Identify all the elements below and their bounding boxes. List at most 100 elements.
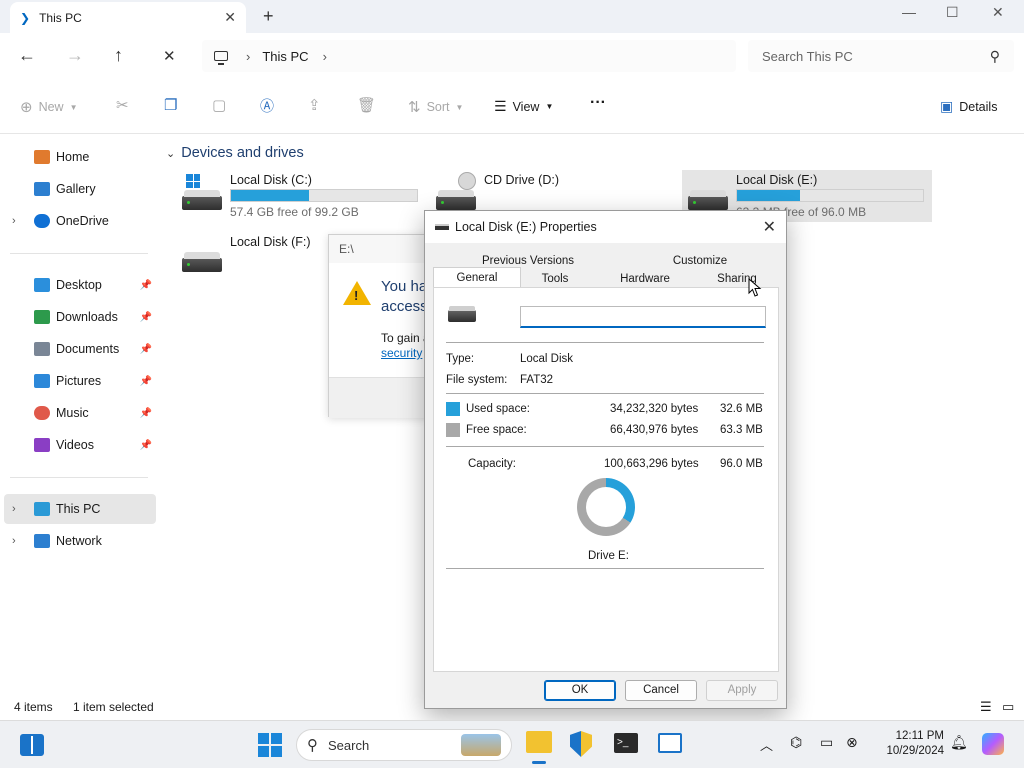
sidebar-item-downloads[interactable]: Downloads 📌 [4,302,156,332]
breadcrumb-chevron-icon[interactable]: › [323,49,327,64]
app-window-icon[interactable] [658,733,682,753]
sidebar-item-label: Desktop [56,278,102,292]
file-explorer-icon[interactable] [526,731,552,753]
capacity-label: Capacity: [468,458,516,470]
close-icon[interactable]: ✕ [763,217,776,237]
group-title: Devices and drives [181,145,304,161]
tab-hardware[interactable]: Hardware [609,269,681,289]
system-clock[interactable]: 12:11 PM 10/29/2024 [874,729,944,759]
ok-button[interactable]: OK [544,680,616,701]
taskbar: ⚲ Search >_ ︿ ⌬ ▭ ⊗ 12:11 PM 10/29/2024 … [0,720,1024,768]
new-tab-button[interactable]: + [263,6,274,27]
delete-icon[interactable]: 🗑 [357,96,376,114]
sidebar-item-pictures[interactable]: Pictures 📌 [4,366,156,396]
sidebar-item-music[interactable]: Music 📌 [4,398,156,428]
taskbar-search-box[interactable]: ⚲ Search [296,729,512,761]
display-icon[interactable]: ▭ [820,734,833,751]
paste-icon[interactable]: ▢ [212,96,226,114]
up-button[interactable]: ↑ [114,45,123,66]
sidebar-item-desktop[interactable]: Desktop 📌 [4,270,156,300]
sidebar-item-this-pc[interactable]: › This PC [4,494,156,524]
tab-close-icon[interactable]: ✕ [224,9,236,26]
new-button[interactable]: ⊕ New ▼ [20,98,78,116]
close-window-button[interactable]: ✕ [992,4,1004,21]
maximize-button[interactable]: ☐ [946,4,959,21]
capacity-size: 96.0 MB [720,458,763,470]
free-space-label: Free space: [466,424,527,437]
hard-drive-icon [182,246,222,272]
expand-chevron-icon[interactable]: › [12,535,16,547]
expand-chevron-icon[interactable]: › [12,215,16,227]
home-icon [34,150,50,164]
filesystem-value: FAT32 [520,374,554,386]
sidebar-item-home[interactable]: Home [4,142,156,172]
capacity-bytes: 100,663,296 bytes [604,458,699,470]
share-icon[interactable]: ⇪ [308,96,321,114]
expand-chevron-icon[interactable]: › [12,503,16,515]
cut-icon[interactable]: ✂ [116,96,129,114]
properties-dialog: Local Disk (E:) Properties ✕ Previous Ve… [424,210,787,709]
windows-drive-icon [182,174,222,210]
sidebar-item-network[interactable]: › Network [4,526,156,556]
used-space-label: Used space: [466,403,530,416]
tab-this-pc[interactable]: ❯ This PC ✕ [10,2,246,33]
address-bar[interactable]: › This PC › [202,40,736,72]
copilot-icon[interactable] [982,733,1004,755]
dialog-titlebar[interactable]: Local Disk (E:) Properties [425,211,786,243]
sidebar-item-videos[interactable]: Videos 📌 [4,430,156,460]
back-button[interactable]: ← [18,45,36,66]
rename-icon[interactable]: Ⓐ [260,96,274,116]
more-options-button[interactable]: ··· [590,94,606,112]
view-label: View [512,99,540,114]
error-message: You ha access [381,277,428,317]
drive-free-space: 57.4 GB free of 99.2 GB [230,205,359,219]
volume-muted-icon[interactable]: ⊗ [846,734,858,751]
volume-label-field[interactable] [520,306,766,328]
view-button[interactable]: ☰ View ▼ [494,98,553,115]
details-button[interactable]: ▣ Details [940,98,997,115]
stop-button[interactable]: ✕ [163,47,176,65]
hard-drive-icon [448,306,476,322]
desktop-icon [34,278,50,292]
divider [10,253,148,254]
breadcrumb-this-pc[interactable]: This PC [262,49,308,64]
chevron-down-icon: ▼ [69,102,78,112]
sidebar-item-onedrive[interactable]: › OneDrive [4,206,156,236]
copy-icon[interactable]: ❐ [164,96,177,114]
minimize-button[interactable]: — [902,4,916,20]
music-icon [34,406,50,420]
details-pane-icon: ▣ [940,98,954,114]
general-tab-panel: Type: Local Disk File system: FAT32 Used… [433,287,779,672]
cd-drive-icon [436,172,476,210]
forward-button[interactable]: → [66,45,84,66]
tiles-view-icon[interactable]: ▭ [1002,699,1014,715]
cancel-button[interactable]: Cancel [625,680,697,701]
show-hidden-icons-chevron[interactable]: ︿ [760,735,773,754]
donut-hole [586,487,626,527]
security-shield-icon[interactable] [570,731,592,757]
details-view-icon[interactable]: ☰ [980,699,992,715]
sidebar-item-label: Network [56,534,102,548]
tab-general[interactable]: General [433,267,521,289]
drive-name: Local Disk (E:) [736,173,818,187]
security-tab-link[interactable]: security [381,346,430,361]
sidebar-item-label: OneDrive [56,214,109,228]
search-input[interactable]: Search This PC ⚲ [748,40,1014,72]
widgets-icon[interactable] [20,734,44,756]
network-status-icon[interactable]: ⌬ [790,734,802,751]
group-header-devices[interactable]: ⌄ Devices and drives [166,145,304,161]
free-space-bytes: 66,430,976 bytes [610,424,699,436]
sort-button[interactable]: ⇅ Sort ▼ [408,98,463,116]
tab-customize[interactable]: Customize [665,251,735,271]
new-label: New [38,100,64,114]
drive-tile-c[interactable]: Local Disk (C:) 57.4 GB free of 99.2 GB [176,170,426,222]
notification-bell-icon[interactable]: 🔔︎ [950,734,968,751]
tab-tools[interactable]: Tools [525,269,585,289]
sidebar-item-documents[interactable]: Documents 📌 [4,334,156,364]
apply-button[interactable]: Apply [706,680,778,701]
sidebar-item-gallery[interactable]: Gallery [4,174,156,204]
terminal-icon[interactable]: >_ [614,733,638,753]
pin-icon: 📌 [139,439,152,451]
details-label: Details [959,99,998,114]
start-button[interactable] [258,733,282,757]
